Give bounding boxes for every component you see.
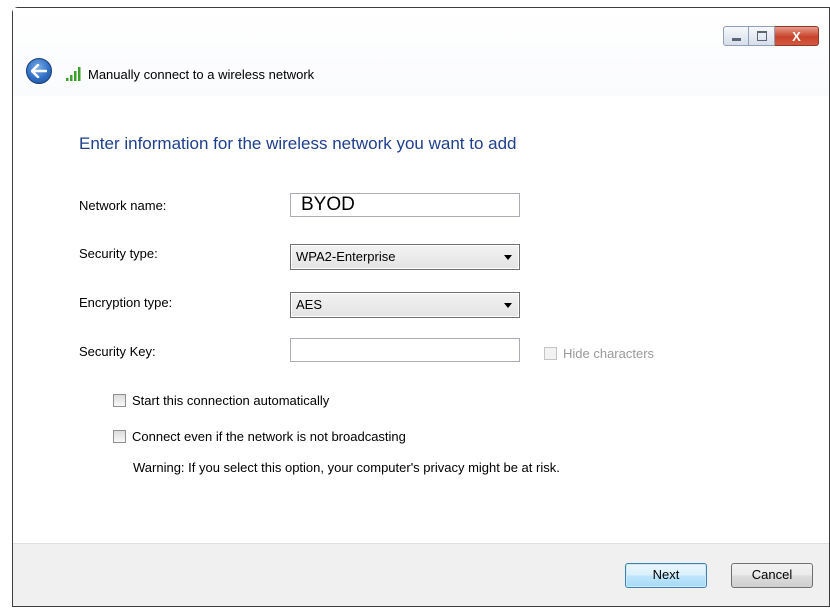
button-bar: Next Cancel xyxy=(13,543,829,606)
back-arrow-icon xyxy=(31,64,47,78)
maximize-button[interactable] xyxy=(749,26,775,46)
page-heading: Enter information for the wireless netwo… xyxy=(79,134,517,153)
hide-characters-label: Hide characters xyxy=(563,346,655,361)
close-icon: X xyxy=(792,28,801,44)
encryption-type-select[interactable]: AES xyxy=(290,292,520,318)
cancel-button[interactable]: Cancel xyxy=(731,563,813,588)
security-type-label: Security type: xyxy=(79,246,158,261)
minimize-icon xyxy=(731,37,741,41)
title-bar: X Manually connect to a wireless network xyxy=(13,8,829,96)
network-name-label: Network name: xyxy=(79,198,167,213)
encryption-type-label: Encryption type: xyxy=(79,295,173,310)
connect-hidden-checkbox[interactable] xyxy=(113,430,126,443)
security-type-select[interactable]: WPA2-Enterprise xyxy=(290,244,520,270)
connect-hidden-label: Connect even if the network is not broad… xyxy=(132,429,406,444)
minimize-button[interactable] xyxy=(723,26,749,46)
privacy-warning: Warning: If you select this option, your… xyxy=(133,460,560,475)
dialog-window: X Manually connect to a wireless network… xyxy=(12,7,830,607)
chevron-down-icon xyxy=(504,303,512,308)
network-name-input[interactable]: BYOD xyxy=(290,193,520,217)
back-button[interactable] xyxy=(26,58,52,84)
security-key-label: Security Key: xyxy=(79,344,156,359)
start-auto-checkbox[interactable] xyxy=(113,394,126,407)
chevron-down-icon xyxy=(504,255,512,260)
caption-buttons: X xyxy=(723,26,819,46)
start-auto-label: Start this connection automatically xyxy=(132,393,330,408)
hide-characters-checkbox[interactable] xyxy=(544,347,557,360)
next-button[interactable]: Next xyxy=(625,563,707,588)
window-title: Manually connect to a wireless network xyxy=(88,67,315,82)
close-button[interactable]: X xyxy=(775,26,819,46)
security-key-input[interactable] xyxy=(290,338,520,362)
maximize-icon xyxy=(756,31,767,41)
encryption-type-value: AES xyxy=(296,297,323,312)
security-type-value: WPA2-Enterprise xyxy=(296,249,396,264)
wireless-signal-icon xyxy=(66,67,81,81)
